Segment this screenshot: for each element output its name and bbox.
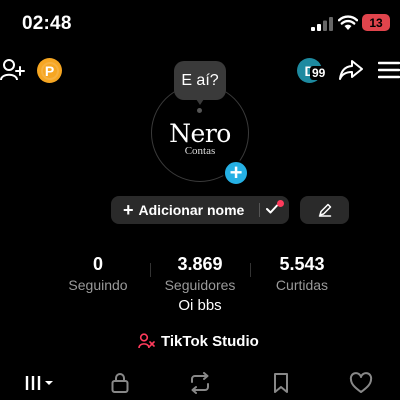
add-name-button[interactable]: + Adicionar nome [111,196,289,224]
plus-icon: + [123,200,134,220]
studio-label: TikTok Studio [161,332,259,350]
status-bubble[interactable]: E aí? [174,61,226,100]
tiktok-studio-link[interactable]: TikTok Studio [138,331,259,351]
tab-favorites[interactable] [267,371,295,395]
notification-count: 99 [310,66,328,80]
bubble-dot [197,108,202,113]
share-icon[interactable] [338,58,364,82]
tab-liked[interactable] [347,371,375,395]
coin-button[interactable]: P [37,58,62,83]
status-time: 02:48 [22,13,72,34]
grid-icon [25,376,53,390]
studio-icon [138,333,155,349]
profile-bio: Oi bbs [178,297,222,314]
heart-icon [349,372,373,393]
battery-level: 13 [369,15,383,30]
lock-icon [111,373,129,393]
check-icon[interactable] [266,203,278,215]
stat-value: 0 [92,254,103,274]
coin-label: P [40,61,59,80]
button-divider [259,203,260,217]
stat-divider [250,263,251,277]
plus-icon: + [229,160,243,185]
tab-videos[interactable] [25,371,57,395]
avatar-sub-text: Contas [184,145,216,157]
notification-dot [277,200,284,207]
bookmark-icon [274,373,288,393]
wifi-icon [338,15,358,30]
stat-likes[interactable]: 5.543 Curtidas [262,254,342,293]
stat-label: Curtidas [275,277,329,293]
tab-reposts[interactable] [186,371,214,395]
stat-label: Seguidores [164,277,236,293]
repost-icon [191,372,209,394]
stat-divider [150,263,151,277]
add-name-label: Adicionar nome [138,202,245,218]
tab-private[interactable] [106,371,134,395]
avatar-name-text: Nero [169,119,231,148]
menu-icon[interactable] [378,60,400,80]
stat-value: 5.543 [279,254,325,274]
signal-icon [311,17,333,31]
stat-followers[interactable]: 3.869 Seguidores [155,254,245,293]
battery-indicator: 13 [362,14,390,31]
stat-label: Seguindo [68,277,128,293]
stat-following[interactable]: 0 Seguindo [58,254,138,293]
status-bubble-text: E aí? [181,71,219,89]
edit-profile-button[interactable] [300,196,349,224]
add-user-icon[interactable] [0,58,26,82]
add-photo-button[interactable]: + [223,160,249,186]
pencil-icon [318,203,331,217]
stat-value: 3.869 [177,254,223,274]
